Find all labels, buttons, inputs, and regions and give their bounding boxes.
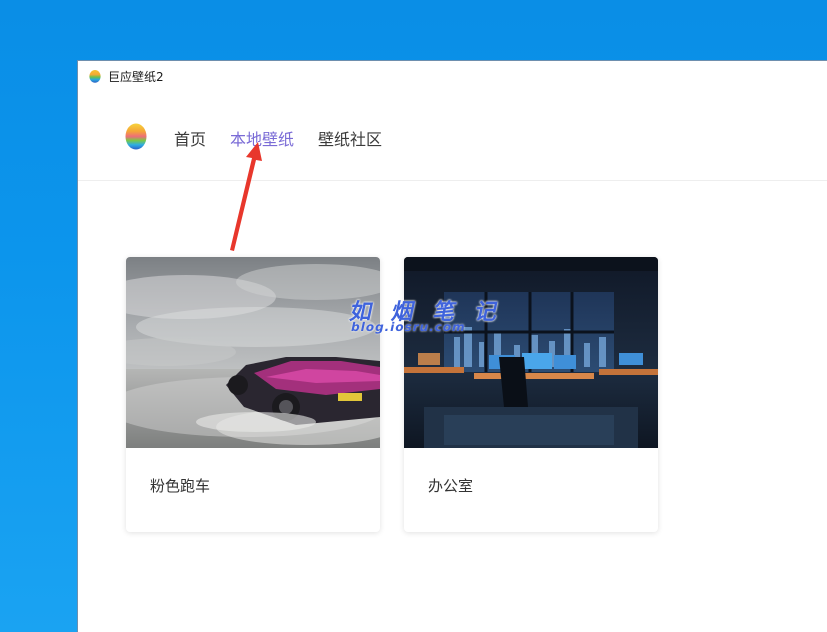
- colorful-egg-logo-icon[interactable]: [124, 122, 148, 150]
- wallpaper-title: 粉色跑车: [150, 477, 211, 495]
- window-title: 巨应壁纸2: [108, 69, 164, 84]
- title-bar[interactable]: 巨应壁纸2: [78, 61, 827, 91]
- nav-item-local-wallpaper[interactable]: 本地壁纸: [230, 126, 294, 150]
- office-night-image: [404, 257, 658, 448]
- watermark-url: blog.iosru.com: [349, 320, 468, 334]
- watermark: 如 烟 笔 记 blog.iosru.com: [346, 294, 506, 334]
- wallpaper-title: 办公室: [428, 477, 474, 495]
- nav-item-wallpaper-community[interactable]: 壁纸社区: [318, 126, 382, 150]
- top-navigation: 首页 本地壁纸 壁纸社区: [78, 91, 827, 181]
- nav-item-home[interactable]: 首页: [174, 126, 206, 150]
- app-window: 巨应壁纸2 首页 本地壁纸 壁纸社区 粉色跑车 办公室: [77, 60, 827, 632]
- colorful-egg-logo-icon: [89, 70, 101, 83]
- pink-sports-car-image: [126, 257, 380, 448]
- wallpaper-card[interactable]: 粉色跑车: [126, 257, 380, 532]
